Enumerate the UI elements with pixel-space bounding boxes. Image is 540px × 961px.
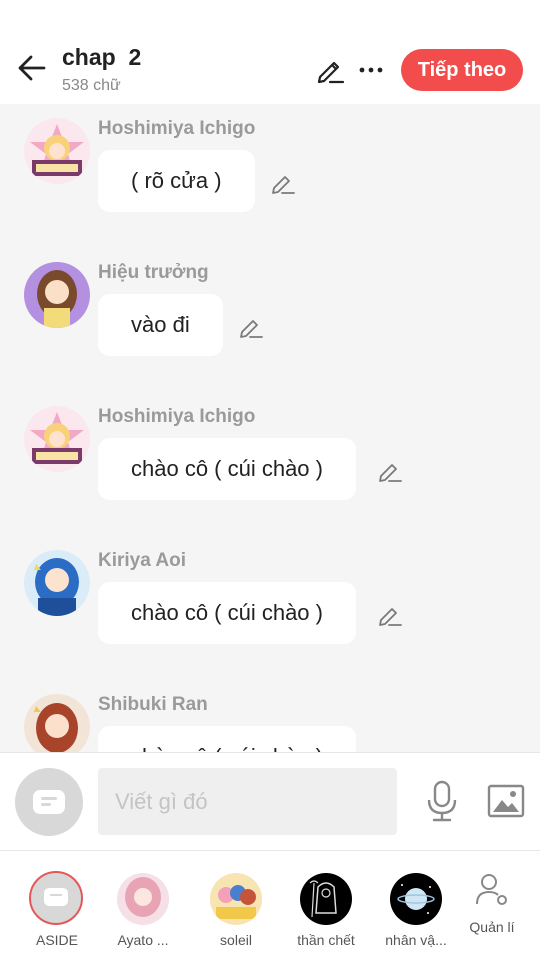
aoi-avatar-icon[interactable] bbox=[24, 550, 90, 616]
character-bar: ASIDE Ayato ... soleil thần chết nhân vậ… bbox=[0, 850, 540, 961]
character-nhan-vat[interactable]: nhân vậ... bbox=[376, 869, 456, 959]
grim-reaper-avatar-icon bbox=[300, 873, 352, 925]
character-label: soleil bbox=[220, 932, 252, 948]
image-button[interactable] bbox=[486, 781, 526, 821]
character-label: Ayato ... bbox=[117, 932, 169, 948]
message-bubble[interactable]: chào cô ( cúi chào ) bbox=[98, 438, 356, 500]
edit-message-button[interactable] bbox=[238, 314, 264, 340]
edit-message-button[interactable] bbox=[270, 170, 296, 196]
manage-characters-button[interactable]: Quản lí bbox=[452, 869, 532, 959]
top-bar: chap 2 538 chữ Tiếp theo bbox=[0, 0, 540, 104]
message-bubble[interactable]: ( rõ cửa ) bbox=[98, 150, 255, 212]
aside-button[interactable] bbox=[15, 768, 83, 836]
chat-list[interactable]: Hoshimiya Ichigo ( rõ cửa ) Hiệu trưởng … bbox=[0, 104, 540, 752]
character-than-chet[interactable]: thần chết bbox=[286, 869, 366, 959]
chapter-title: chap 2 bbox=[62, 44, 142, 70]
microphone-icon bbox=[427, 780, 457, 822]
pencil-icon bbox=[240, 320, 263, 338]
sender-name: Shibuki Ran bbox=[98, 694, 208, 715]
aside-icon bbox=[33, 790, 65, 814]
principal-avatar-icon[interactable] bbox=[24, 262, 90, 328]
arrow-left-icon bbox=[18, 55, 46, 81]
chat-message: Hoshimiya Ichigo ( rõ cửa ) bbox=[0, 118, 540, 228]
ichigo-avatar-icon[interactable] bbox=[24, 118, 90, 184]
sender-name: Kiriya Aoi bbox=[98, 550, 186, 571]
message-bubble[interactable]: chào cô ( cúi chào ) bbox=[98, 582, 356, 644]
more-dots-icon bbox=[359, 67, 383, 73]
sender-name: Hiệu trưởng bbox=[98, 262, 209, 283]
word-count: 538 chữ bbox=[62, 77, 121, 94]
pencil-icon bbox=[317, 61, 345, 84]
chat-message: Hiệu trưởng vào đi bbox=[0, 262, 540, 372]
aside-icon bbox=[29, 871, 83, 925]
pencil-icon bbox=[379, 464, 402, 482]
character-label: Quản lí bbox=[469, 919, 515, 935]
more-options-button[interactable] bbox=[356, 54, 386, 86]
edit-message-button[interactable] bbox=[377, 458, 403, 484]
composer-bar: Viết gì đó bbox=[0, 752, 540, 851]
planet-avatar-icon bbox=[390, 873, 442, 925]
chat-message: Hoshimiya Ichigo chào cô ( cúi chào ) bbox=[0, 406, 540, 516]
chat-message: Shibuki Ran chào cô ( cúi chào ) bbox=[0, 694, 540, 752]
next-button[interactable]: Tiếp theo bbox=[401, 49, 523, 91]
microphone-button[interactable] bbox=[424, 779, 460, 823]
character-ayato[interactable]: Ayato ... bbox=[103, 869, 183, 959]
sender-name: Hoshimiya Ichigo bbox=[98, 118, 256, 139]
message-bubble[interactable]: chào cô ( cúi chào ) bbox=[98, 726, 356, 752]
image-icon bbox=[487, 784, 525, 818]
character-label: ASIDE bbox=[35, 932, 78, 948]
chat-message: Kiriya Aoi chào cô ( cúi chào ) bbox=[0, 550, 540, 660]
character-label: thần chết bbox=[297, 932, 355, 948]
character-aside[interactable]: ASIDE bbox=[17, 869, 97, 959]
ichigo-avatar-icon[interactable] bbox=[24, 406, 90, 472]
sender-name: Hoshimiya Ichigo bbox=[98, 406, 256, 427]
pencil-icon bbox=[272, 176, 295, 194]
message-bubble[interactable]: vào đi bbox=[98, 294, 223, 356]
character-soleil[interactable]: soleil bbox=[196, 869, 276, 959]
ayato-avatar-icon bbox=[117, 873, 169, 925]
message-input[interactable]: Viết gì đó bbox=[98, 768, 397, 835]
edit-message-button[interactable] bbox=[377, 602, 403, 628]
character-label: nhân vậ... bbox=[385, 932, 447, 948]
back-button[interactable] bbox=[14, 50, 50, 86]
soleil-avatar-icon bbox=[210, 873, 262, 925]
ran-avatar-icon[interactable] bbox=[24, 694, 90, 752]
edit-chapter-button[interactable] bbox=[314, 54, 346, 86]
user-settings-icon bbox=[474, 871, 510, 907]
pencil-icon bbox=[379, 608, 402, 626]
